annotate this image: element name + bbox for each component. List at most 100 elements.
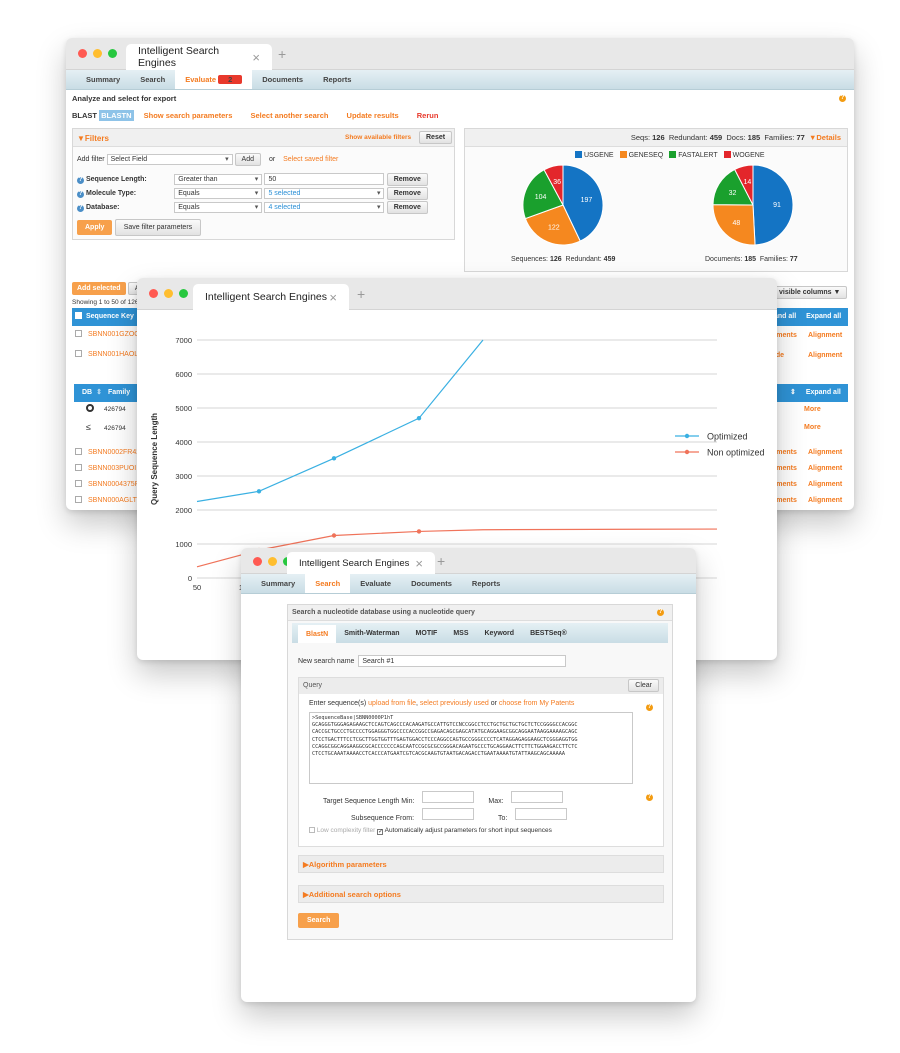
row-checkbox[interactable] xyxy=(75,496,82,503)
new-search-name-input[interactable]: Search #1 xyxy=(358,655,567,667)
choose-from-my-patents-link[interactable]: choose from My Patents xyxy=(499,700,574,707)
documents-link[interactable]: uments xyxy=(772,493,808,509)
close-window-button[interactable] xyxy=(149,289,158,298)
expand-all-header[interactable]: Expand all xyxy=(806,313,841,320)
sequence-key-link[interactable]: SBNN0002FR42 xyxy=(88,449,140,456)
tab-bestseq[interactable]: BESTSeq® xyxy=(522,623,575,643)
tab-motif[interactable]: MOTIF xyxy=(408,623,446,643)
row-checkbox[interactable] xyxy=(75,350,82,357)
alignment-link[interactable]: Alignment xyxy=(808,497,842,504)
subsequence-to-input[interactable] xyxy=(515,808,568,820)
nav-summary[interactable]: Summary xyxy=(76,70,130,89)
add-selected-button[interactable]: Add selected xyxy=(72,282,126,295)
remove-filter-button[interactable]: Remove xyxy=(386,173,428,186)
nav-documents[interactable]: Documents xyxy=(252,70,313,89)
update-results-link[interactable]: Update results xyxy=(347,111,399,120)
more-link[interactable]: More xyxy=(804,406,821,413)
filter-operator[interactable]: Greater than xyxy=(174,174,263,185)
family-column-header[interactable]: Family xyxy=(108,389,130,396)
search-button[interactable]: Search xyxy=(298,913,340,928)
data-point[interactable] xyxy=(256,489,262,494)
rerun-link[interactable]: Rerun xyxy=(417,111,439,120)
new-tab-icon[interactable]: + xyxy=(278,46,286,62)
slide-link[interactable]: lide xyxy=(772,352,808,359)
minimize-window-button[interactable] xyxy=(164,289,173,298)
close-tab-icon[interactable]: × xyxy=(329,290,337,305)
low-complexity-checkbox[interactable] xyxy=(309,827,315,833)
help-icon[interactable]: ? xyxy=(657,609,664,616)
minimize-window-button[interactable] xyxy=(93,49,102,58)
nav-evaluate[interactable]: Evaluate 2 xyxy=(175,70,253,89)
select-another-search-link[interactable]: Select another search xyxy=(251,111,329,120)
help-icon[interactable]: ? xyxy=(646,794,653,801)
db-header[interactable]: DB xyxy=(82,389,92,396)
maximize-window-button[interactable] xyxy=(179,289,188,298)
sequence-key-link[interactable]: SBNN001HAOL xyxy=(88,351,138,358)
close-window-button[interactable] xyxy=(253,557,262,566)
alignment-link[interactable]: Alignment xyxy=(808,332,842,339)
clear-button[interactable]: Clear xyxy=(628,679,659,692)
target-max-input[interactable] xyxy=(511,791,564,803)
browser-tab[interactable]: Intelligent Search Engines × xyxy=(126,44,272,70)
visible-columns-button[interactable]: visible columns ▼ xyxy=(772,286,848,299)
sequence-key-link[interactable]: SBNN000AGLT xyxy=(88,497,137,504)
nav-summary[interactable]: Summary xyxy=(251,574,305,593)
upload-from-file-link[interactable]: upload from file xyxy=(368,700,416,707)
remove-filter-button[interactable]: Remove xyxy=(386,187,428,200)
data-point[interactable] xyxy=(416,416,422,421)
filters-title[interactable]: ▼Filters xyxy=(77,134,109,143)
add-filter-button[interactable]: Add xyxy=(234,153,261,166)
nav-documents[interactable]: Documents xyxy=(401,574,462,593)
additional-options-toggle[interactable]: ▶Additional search options xyxy=(303,890,401,899)
row-checkbox[interactable] xyxy=(75,330,82,337)
alignment-link[interactable]: Alignment xyxy=(808,465,842,472)
documents-link[interactable]: uments xyxy=(772,461,808,477)
select-field-dropdown[interactable]: Select Field xyxy=(106,154,233,165)
sort-icon[interactable]: ⇕ xyxy=(96,389,102,396)
algorithm-parameters-toggle[interactable]: ▶Algorithm parameters xyxy=(303,860,387,869)
documents-link[interactable]: uments xyxy=(772,332,808,339)
filter-value-select[interactable]: 5 selected xyxy=(264,188,385,199)
target-min-input[interactable] xyxy=(422,791,475,803)
data-point[interactable] xyxy=(416,529,422,534)
close-tab-icon[interactable]: × xyxy=(415,556,423,571)
data-point[interactable] xyxy=(331,533,337,538)
select-saved-filter-link[interactable]: Select saved filter xyxy=(283,156,338,163)
sort-icon[interactable]: ⇕ xyxy=(790,389,796,396)
nav-reports[interactable]: Reports xyxy=(313,70,361,89)
new-tab-icon[interactable]: + xyxy=(437,553,445,569)
data-point[interactable] xyxy=(331,456,337,461)
sequence-textarea[interactable]: >SequenceBase|SBNN0000P1hT GCAGGGTGGGAGA… xyxy=(309,712,633,784)
sequence-key-header[interactable]: Sequence Key xyxy=(86,313,134,320)
row-checkbox[interactable] xyxy=(75,464,82,471)
minimize-window-button[interactable] xyxy=(268,557,277,566)
details-toggle[interactable]: ▼Details xyxy=(809,133,841,142)
nav-search[interactable]: Search xyxy=(130,70,175,89)
sequence-key-link[interactable]: SBNN001GZOO xyxy=(88,331,140,338)
close-window-button[interactable] xyxy=(78,49,87,58)
new-tab-icon[interactable]: + xyxy=(357,286,365,302)
row-checkbox[interactable] xyxy=(75,480,82,487)
algorithm-parameters-section[interactable]: ▶Algorithm parameters xyxy=(298,855,664,873)
tab-smith-waterman[interactable]: Smith-Waterman xyxy=(336,623,407,643)
browser-tab[interactable]: Intelligent Search Engines × xyxy=(193,284,349,310)
save-filter-parameters-button[interactable]: Save filter parameters xyxy=(114,219,202,236)
reset-button[interactable]: Reset xyxy=(419,131,453,144)
alignment-link[interactable]: Alignment xyxy=(808,449,842,456)
nav-search[interactable]: Search xyxy=(305,574,351,593)
tab-mss[interactable]: MSS xyxy=(445,623,476,643)
expand-all-header[interactable]: Expand all xyxy=(806,389,841,396)
help-icon[interactable]: ? xyxy=(646,704,653,711)
documents-link[interactable]: uments xyxy=(772,445,808,461)
alignment-link[interactable]: Alignment xyxy=(808,352,842,359)
auto-adjust-checkbox[interactable]: ✓ xyxy=(377,829,383,835)
help-icon[interactable]: ? xyxy=(839,95,846,102)
documents-link[interactable]: uments xyxy=(772,477,808,493)
more-link[interactable]: More xyxy=(804,424,821,431)
browser-tab[interactable]: Intelligent Search Engines × xyxy=(287,552,435,574)
filter-value-select[interactable]: 4 selected xyxy=(264,202,385,213)
filter-operator[interactable]: Equals xyxy=(174,202,263,213)
filter-value-input[interactable]: 50 xyxy=(264,173,385,185)
select-all-checkbox[interactable] xyxy=(75,312,82,319)
select-previously-used-link[interactable]: select previously used xyxy=(420,700,489,707)
